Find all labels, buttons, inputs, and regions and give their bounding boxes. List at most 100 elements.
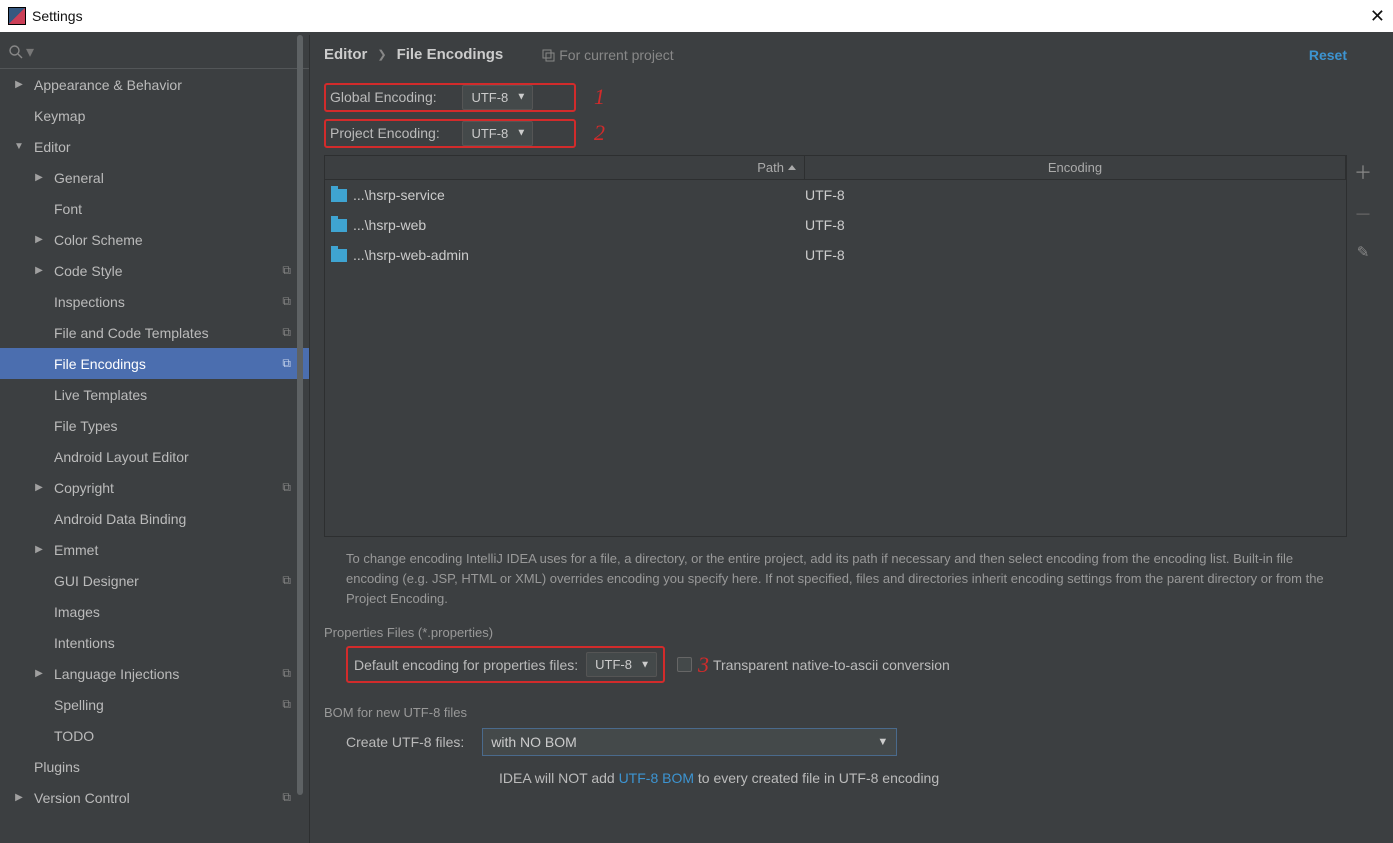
project-scope-icon: ⧉ — [282, 356, 291, 371]
annotation-number-1: 1 — [594, 84, 605, 110]
titlebar: Settings ✕ — [0, 0, 1393, 32]
sidebar-item-keymap[interactable]: ▶Keymap — [0, 100, 309, 131]
tree-arrow-icon: ▶ — [34, 234, 44, 245]
sidebar-item-label: Version Control — [34, 790, 130, 806]
table-row[interactable]: ...\hsrp-serviceUTF-8 — [325, 180, 1346, 210]
path-cell-text: ...\hsrp-web-admin — [353, 247, 469, 263]
tree-arrow-icon: ▶ — [14, 792, 24, 803]
sidebar-item-file-and-code-templates[interactable]: ▶File and Code Templates⧉ — [0, 317, 309, 348]
sidebar-item-label: Intentions — [54, 635, 115, 651]
bom-section-title: BOM for new UTF-8 files — [324, 705, 1347, 720]
sidebar-item-todo[interactable]: ▶TODO — [0, 720, 309, 751]
sidebar-item-label: File and Code Templates — [54, 325, 209, 341]
sidebar-item-label: File Encodings — [54, 356, 146, 372]
annotation-number-3: 3 — [698, 652, 709, 678]
sidebar-item-label: Appearance & Behavior — [34, 77, 182, 93]
folder-icon — [331, 189, 347, 202]
folder-icon — [331, 249, 347, 262]
sidebar-item-language-injections[interactable]: ▶ Language Injections ⧉ — [0, 658, 309, 689]
global-encoding-label: Global Encoding: — [330, 89, 458, 105]
bom-label: Create UTF-8 files: — [346, 734, 464, 750]
tree-arrow-icon: ▼ — [14, 141, 24, 152]
sidebar-item-plugins[interactable]: ▶Plugins — [0, 751, 309, 782]
bom-info-text: IDEA will NOT add UTF-8 BOM to every cre… — [324, 770, 1347, 786]
sidebar-item-label: Font — [54, 201, 82, 217]
table-remove-button[interactable]: － — [1354, 201, 1372, 227]
breadcrumb-file-encodings: File Encodings — [397, 46, 504, 63]
tree-arrow-icon: ▶ — [14, 79, 24, 90]
project-scope-icon: ⧉ — [282, 325, 291, 340]
sidebar-item-appearance-behavior[interactable]: ▶ Appearance & Behavior — [0, 69, 309, 100]
transparent-ascii-label: Transparent native-to-ascii conversion — [713, 657, 950, 673]
sidebar-item-label: Images — [54, 604, 100, 620]
sidebar-item-color-scheme[interactable]: ▶ Color Scheme — [0, 224, 309, 255]
sidebar-item-code-style[interactable]: ▶Code Style⧉ — [0, 255, 309, 286]
close-icon[interactable]: ✕ — [1370, 7, 1385, 25]
sidebar-item-android-data-binding[interactable]: ▶Android Data Binding — [0, 503, 309, 534]
sidebar-item-label: File Types — [54, 418, 118, 434]
sidebar-item-label: Android Data Binding — [54, 511, 186, 527]
utf8-bom-link[interactable]: UTF-8 BOM — [619, 770, 694, 786]
project-scope-icon: ⧉ — [282, 294, 291, 309]
sidebar-item-spelling[interactable]: ▶Spelling⧉ — [0, 689, 309, 720]
sidebar-item-label: Color Scheme — [54, 232, 143, 248]
table-row[interactable]: ...\hsrp-web UTF-8 — [325, 210, 1346, 240]
caret-down-icon: ▼ — [877, 736, 888, 748]
column-header-path[interactable]: Path — [325, 156, 805, 179]
project-scope-icon: ⧉ — [282, 697, 291, 712]
sidebar-item-live-templates[interactable]: ▶Live Templates — [0, 379, 309, 410]
annotation-box-3: Default encoding for properties files: U… — [346, 646, 665, 683]
sidebar-item-version-control[interactable]: ▶Version Control⧉ — [0, 782, 309, 813]
help-text: To change encoding IntelliJ IDEA uses fo… — [324, 537, 1347, 621]
sidebar-item-copyright[interactable]: ▶Copyright⧉ — [0, 472, 309, 503]
project-scope-icon: ⧉ — [282, 480, 291, 495]
encoding-cell-text: UTF-8 — [805, 217, 1346, 233]
scrollbar-thumb[interactable] — [297, 35, 303, 795]
table-edit-button[interactable]: ✎ — [1357, 243, 1370, 261]
sidebar-item-intentions[interactable]: ▶Intentions — [0, 627, 309, 658]
transparent-ascii-checkbox[interactable] — [677, 657, 692, 672]
sidebar-item-label: Emmet — [54, 542, 98, 558]
sidebar-item-images[interactable]: ▶Images — [0, 596, 309, 627]
sidebar-item-label: Android Layout Editor — [54, 449, 189, 465]
sidebar-item-android-layout-editor[interactable]: ▶Android Layout Editor — [0, 441, 309, 472]
caret-down-icon: ▼ — [516, 92, 526, 103]
project-encoding-dropdown[interactable]: UTF-8▼ — [462, 121, 533, 146]
sidebar-item-general[interactable]: ▶General — [0, 162, 309, 193]
project-scope-icon: ⧉ — [282, 666, 291, 681]
annotation-box-1: Global Encoding: UTF-8▼ — [324, 83, 576, 112]
reset-button[interactable]: Reset — [1309, 47, 1347, 63]
settings-panel: Editor ❯ File Encodings For current proj… — [310, 35, 1393, 843]
table-add-button[interactable]: ＋ — [1354, 159, 1372, 185]
sidebar-item-label: Language Injections — [54, 666, 179, 682]
sidebar-item-gui-designer[interactable]: ▶GUI Designer⧉ — [0, 565, 309, 596]
global-encoding-dropdown[interactable]: UTF-8▼ — [462, 85, 533, 110]
sidebar-item-label: Spelling — [54, 697, 104, 713]
sidebar-item-label: Editor — [34, 139, 71, 155]
sidebar-item-file-types[interactable]: ▶File Types — [0, 410, 309, 441]
encoding-table: Path Encoding ...\hsrp-serviceUTF-8...\h… — [324, 155, 1347, 537]
project-scope-icon: ⧉ — [282, 573, 291, 588]
search-icon — [8, 44, 24, 60]
search-input[interactable]: ▾ — [0, 35, 309, 69]
bom-dropdown[interactable]: with NO BOM ▼ — [482, 728, 897, 756]
sidebar-item-label: Copyright — [54, 480, 114, 496]
encoding-cell-text: UTF-8 — [805, 247, 1346, 263]
sidebar-item-editor[interactable]: ▼ Editor — [0, 131, 309, 162]
breadcrumb-editor[interactable]: Editor — [324, 46, 367, 63]
properties-encoding-dropdown[interactable]: UTF-8▼ — [586, 652, 657, 677]
annotation-number-2: 2 — [594, 120, 605, 146]
path-cell-text: ...\hsrp-web — [353, 217, 426, 233]
sidebar-item-file-encodings[interactable]: ▶File Encodings⧉ — [0, 348, 309, 379]
sidebar-item-emmet[interactable]: ▶Emmet — [0, 534, 309, 565]
sidebar-item-label: Keymap — [34, 108, 85, 124]
tree-arrow-icon: ▶ — [34, 668, 44, 679]
table-row[interactable]: ...\hsrp-web-admin UTF-8 — [325, 240, 1346, 270]
properties-section-title: Properties Files (*.properties) — [324, 625, 1347, 640]
sidebar-item-inspections[interactable]: ▶Inspections⧉ — [0, 286, 309, 317]
encoding-cell-text: UTF-8 — [805, 187, 1346, 203]
annotation-box-2: Project Encoding: UTF-8▼ — [324, 119, 576, 148]
sidebar-item-font[interactable]: ▶Font — [0, 193, 309, 224]
sidebar: ▾ ▶Appearance & Behavior▶Keymap▼Editor▶G… — [0, 35, 310, 843]
column-header-encoding[interactable]: Encoding — [805, 156, 1346, 179]
